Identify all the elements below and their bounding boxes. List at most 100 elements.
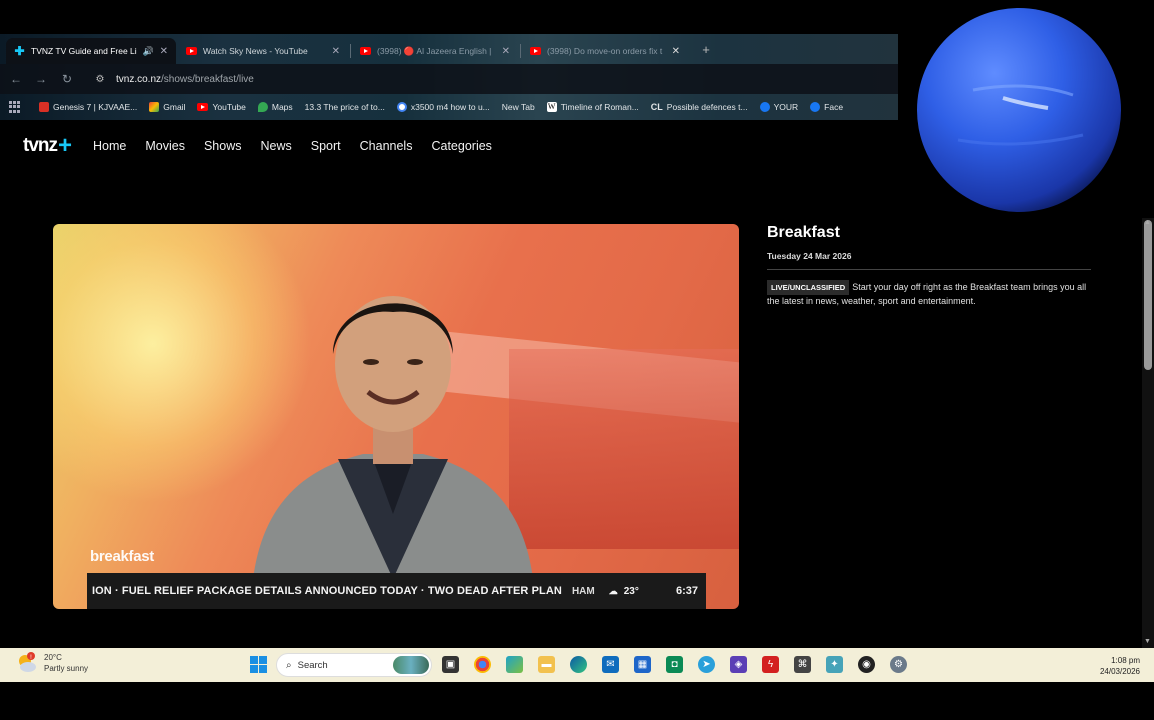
bookmark-x3500[interactable]: x3500 m4 how to u... bbox=[396, 102, 490, 112]
tab-al-jazeera[interactable]: (3998) 🔴 Al Jazeera English | ✕ bbox=[352, 38, 518, 64]
taskbar: ! 20°C Partly sunny ⌕ Search ▣ ▬ ✉ ▦ ◘ ➤… bbox=[0, 648, 1154, 682]
url-path: /shows/breakfast/live bbox=[161, 73, 254, 85]
nav-categories[interactable]: Categories bbox=[431, 139, 491, 153]
scroll-down-icon[interactable]: ▼ bbox=[1144, 638, 1151, 645]
youtube-icon bbox=[360, 46, 371, 57]
neptune-image bbox=[917, 8, 1121, 212]
maps-icon bbox=[257, 102, 268, 112]
site-header: tvnz + Home Movies Shows News Sport Chann… bbox=[0, 120, 898, 172]
bookmark-label: Maps bbox=[271, 102, 293, 112]
app-icon-dark[interactable]: ◉ bbox=[858, 656, 875, 673]
taskbar-search[interactable]: ⌕ Search bbox=[276, 653, 432, 677]
cl-icon: CL bbox=[650, 102, 663, 112]
search-placeholder: Search bbox=[297, 659, 328, 671]
bookmark-label: Face bbox=[824, 102, 844, 112]
close-tab-icon[interactable]: ✕ bbox=[160, 46, 168, 57]
tab-move-on-orders[interactable]: (3998) Do move-on orders fix t ✕ bbox=[522, 38, 688, 64]
reload-icon[interactable]: ↻ bbox=[59, 71, 75, 87]
edge-icon[interactable] bbox=[570, 656, 587, 673]
ticker-location: HAM bbox=[571, 585, 595, 597]
file-explorer-icon[interactable]: ▬ bbox=[538, 656, 555, 673]
store-icon[interactable]: ▦ bbox=[634, 656, 651, 673]
speaker-icon[interactable]: 🔊 bbox=[143, 46, 154, 57]
bookmark-face[interactable]: Face bbox=[810, 102, 843, 112]
youtube-icon bbox=[530, 46, 541, 57]
url-host: tvnz.co.nz bbox=[116, 73, 162, 85]
search-icon: ⌕ bbox=[286, 659, 292, 671]
bookmark-red-icon bbox=[39, 102, 49, 112]
settings-icon[interactable]: ⚙ bbox=[890, 656, 907, 673]
weather-text: 20°C Partly sunny bbox=[44, 652, 88, 674]
page-scrollbar[interactable] bbox=[1142, 218, 1154, 648]
tvnz-logo[interactable]: tvnz + bbox=[23, 132, 72, 159]
bookmark-maps[interactable]: Maps bbox=[257, 102, 293, 112]
site-info-icon[interactable]: ⚙ bbox=[92, 74, 108, 85]
scrollbar-thumb[interactable] bbox=[1144, 220, 1152, 370]
windows-start-icon[interactable] bbox=[250, 656, 267, 673]
show-info-panel: Breakfast Tuesday 24 Mar 2026 LIVE/UNCLA… bbox=[767, 224, 1091, 308]
bookmark-gmail[interactable]: Gmail bbox=[149, 102, 185, 112]
gmail-icon bbox=[149, 102, 160, 112]
bookmark-your[interactable]: YOUR bbox=[759, 102, 799, 112]
nav-movies[interactable]: Movies bbox=[145, 139, 185, 153]
bookmark-genesis[interactable]: Genesis 7 | KJVAAE... bbox=[39, 102, 137, 112]
close-tab-icon[interactable]: ✕ bbox=[332, 46, 340, 57]
telegram-icon[interactable]: ➤ bbox=[698, 656, 715, 673]
tab-separator bbox=[520, 44, 521, 58]
nav-channels[interactable]: Channels bbox=[360, 139, 413, 153]
outlook-icon[interactable]: ✉ bbox=[602, 656, 619, 673]
show-description-block: LIVE/UNCLASSIFIED Start your day off righ… bbox=[767, 280, 1091, 308]
bookmark-defences[interactable]: CL Possible defences t... bbox=[651, 102, 748, 112]
tab-separator bbox=[350, 44, 351, 58]
google-icon bbox=[396, 102, 407, 112]
chrome-icon[interactable] bbox=[474, 656, 491, 673]
bookmark-price[interactable]: 13.3 The price of to... bbox=[305, 102, 385, 112]
youtube-icon bbox=[197, 103, 209, 111]
address-bar[interactable]: ⚙ tvnz.co.nz/shows/breakfast/live bbox=[88, 68, 888, 90]
facebook-icon bbox=[810, 102, 821, 112]
toolbar: ← → ↻ ⚙ tvnz.co.nz/shows/breakfast/live bbox=[0, 64, 898, 94]
copilot-icon[interactable] bbox=[506, 656, 523, 673]
presenter-image bbox=[253, 296, 533, 579]
partly-sunny-icon: ! bbox=[16, 652, 38, 674]
tab-title: (3998) 🔴 Al Jazeera English | bbox=[377, 45, 492, 56]
close-tab-icon[interactable]: ✕ bbox=[672, 46, 680, 57]
ticker-time: 6:37 bbox=[675, 585, 698, 597]
app-icon-green[interactable]: ◘ bbox=[666, 656, 683, 673]
ticker-headline: ION · FUEL RELIEF PACKAGE DETAILS ANNOUN… bbox=[92, 585, 562, 597]
app-icon-red[interactable]: ϟ bbox=[762, 656, 779, 673]
bookmark-new-tab[interactable]: New Tab bbox=[502, 102, 535, 112]
bookmark-label: YOUR bbox=[773, 102, 799, 112]
nav-home[interactable]: Home bbox=[93, 139, 126, 153]
close-tab-icon[interactable]: ✕ bbox=[502, 46, 510, 57]
bookmark-label: Genesis 7 | KJVAAE... bbox=[53, 102, 138, 112]
system-clock[interactable]: 1:08 pm 24/03/2026 bbox=[1100, 655, 1140, 677]
task-view-icon[interactable]: ▣ bbox=[442, 656, 459, 673]
bookmark-youtube[interactable]: YouTube bbox=[197, 102, 246, 112]
app-icon-teal[interactable]: ✦ bbox=[826, 656, 843, 673]
bookmark-roman[interactable]: W Timeline of Roman... bbox=[546, 102, 639, 112]
back-icon[interactable]: ← bbox=[8, 71, 24, 87]
tab-title: Watch Sky News - YouTube bbox=[203, 46, 308, 56]
app-icon-purple[interactable]: ◈ bbox=[730, 656, 747, 673]
bookmark-label: Gmail bbox=[163, 102, 186, 112]
new-tab-button[interactable]: + bbox=[698, 42, 714, 58]
nav-news[interactable]: News bbox=[260, 139, 291, 153]
logo-plus: + bbox=[58, 132, 72, 159]
scroll-up-icon[interactable]: ▲ bbox=[1144, 219, 1151, 226]
weather-desc: Partly sunny bbox=[44, 664, 89, 673]
video-player[interactable]: breakfast ION · FUEL RELIEF PACKAGE DETA… bbox=[53, 224, 739, 609]
game-controller-icon[interactable]: ⌘ bbox=[794, 656, 811, 673]
bookmarks-bar: Genesis 7 | KJVAAE... Gmail YouTube Maps… bbox=[0, 94, 898, 120]
weather-widget[interactable]: ! 20°C Partly sunny bbox=[16, 652, 88, 674]
tab-sky-news[interactable]: Watch Sky News - YouTube ✕ bbox=[178, 38, 348, 64]
apps-grid-icon[interactable] bbox=[9, 101, 21, 113]
nav-sport[interactable]: Sport bbox=[311, 139, 341, 153]
browser-chrome: ✚ TVNZ TV Guide and Free Li 🔊 ✕ Watch Sk… bbox=[0, 34, 898, 120]
bookmark-label: Timeline of Roman... bbox=[560, 102, 639, 112]
browser-window: ✚ TVNZ TV Guide and Free Li 🔊 ✕ Watch Sk… bbox=[0, 0, 1154, 648]
forward-icon[interactable]: → bbox=[33, 71, 49, 87]
bookmark-label: YouTube bbox=[212, 102, 246, 112]
tab-tvnz[interactable]: ✚ TVNZ TV Guide and Free Li 🔊 ✕ bbox=[6, 38, 176, 64]
nav-shows[interactable]: Shows bbox=[204, 139, 242, 153]
